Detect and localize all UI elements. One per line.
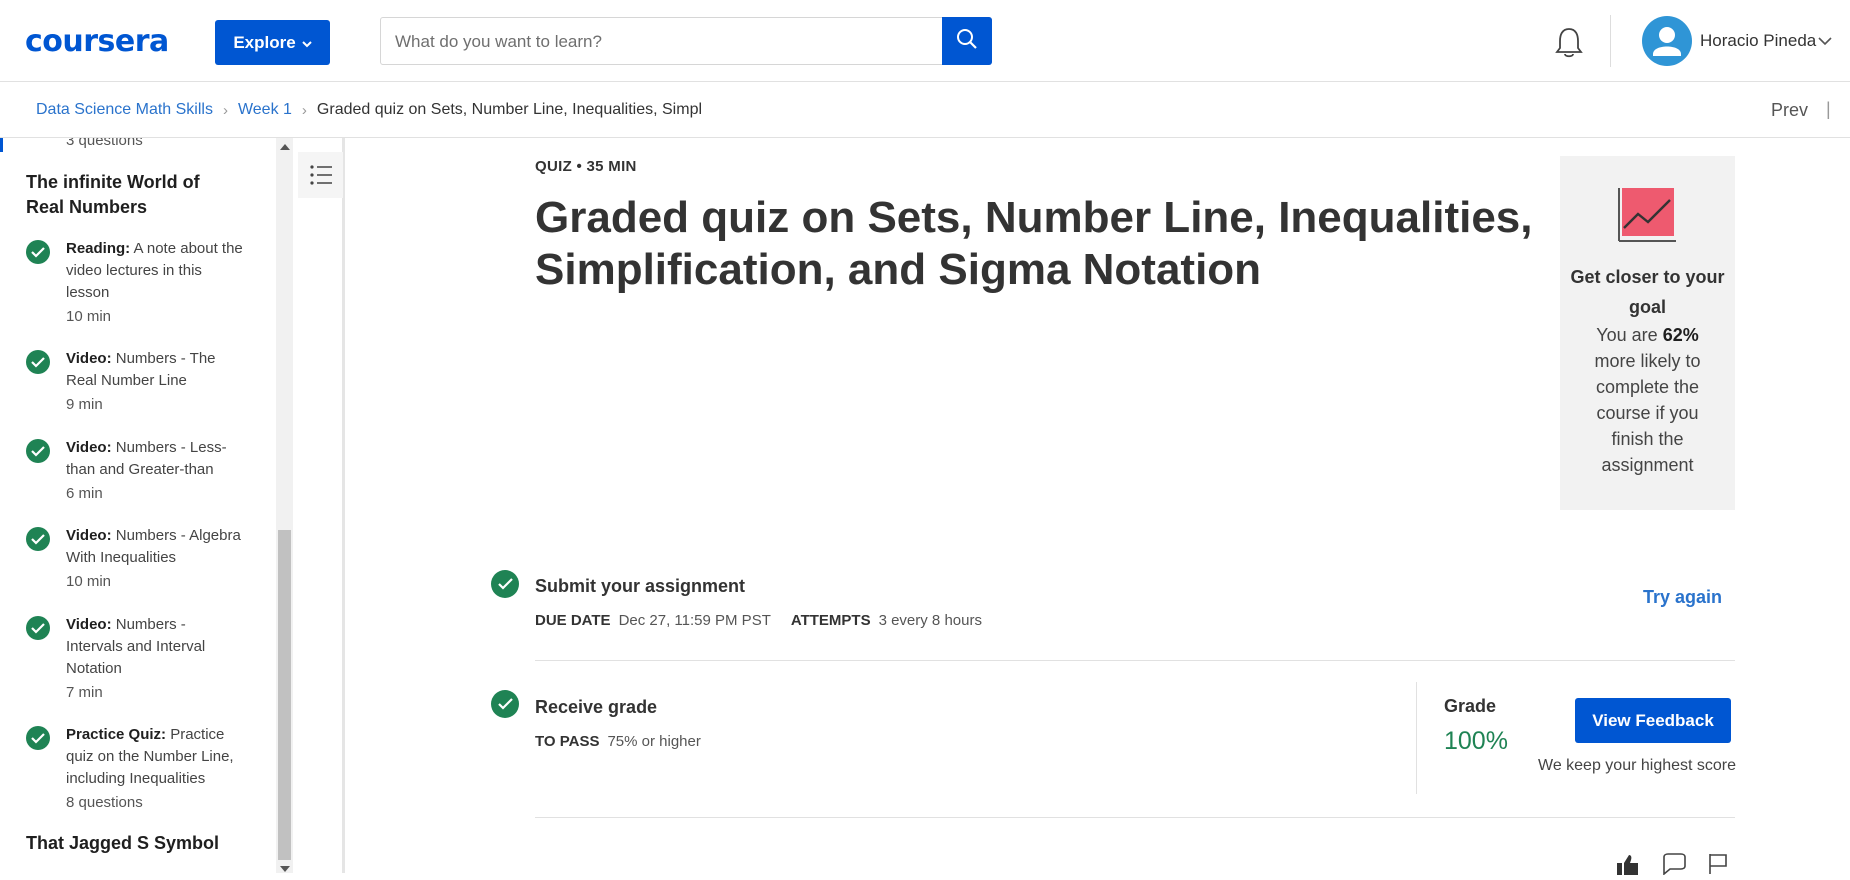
comment-icon[interactable]	[1661, 853, 1687, 880]
search-box	[380, 17, 992, 65]
try-again-link[interactable]: Try again	[1643, 587, 1722, 608]
toggle-outline-button[interactable]	[298, 152, 343, 198]
notifications-bell-icon[interactable]	[1553, 26, 1585, 65]
breadcrumb-current: Graded quiz on Sets, Number Line, Inequa…	[316, 101, 703, 118]
item-type: Video:	[66, 616, 112, 633]
active-item-marker	[0, 138, 3, 152]
goal-message: You are 62% more likely to complete the …	[1580, 322, 1715, 478]
scroll-up-arrow-icon[interactable]	[280, 144, 290, 150]
flag-icon[interactable]	[1707, 853, 1729, 880]
coursera-logo[interactable]: coursera	[25, 24, 169, 59]
item-duration: 9 min	[66, 396, 103, 413]
user-icon	[1653, 27, 1681, 56]
completed-check-icon	[26, 616, 50, 640]
item-duration: 6 min	[66, 485, 103, 502]
breadcrumb-bar: Data Science Math Skills › Week 1 › Grad…	[0, 82, 1850, 138]
grade-divider	[1416, 682, 1417, 794]
section-heading: The infinite World of Real Numbers	[26, 172, 200, 217]
item-type: Reading:	[66, 240, 131, 257]
pass-requirement: TO PASS 75% or higher	[535, 733, 701, 750]
divider	[535, 817, 1735, 818]
breadcrumb-week-link[interactable]: Week 1	[238, 101, 292, 119]
breadcrumb: Data Science Math Skills › Week 1 › Grad…	[36, 101, 702, 119]
due-date-value: Dec 27, 11:59 PM PST	[618, 612, 771, 629]
submit-complete-check-icon	[491, 570, 519, 598]
goal-text: You are	[1596, 325, 1658, 345]
sidebar-scrollbar[interactable]	[276, 138, 293, 873]
grade-value: 100%	[1444, 727, 1508, 755]
item-duration: 10 min	[66, 308, 112, 325]
quiz-meta: QUIZ • 35 MIN	[535, 158, 637, 175]
section-heading: That Jagged S Symbol	[26, 833, 220, 853]
to-pass-label: TO PASS	[535, 733, 600, 750]
goal-title: Get closer to your goal	[1570, 267, 1725, 317]
item-duration: 10 min	[66, 573, 112, 590]
feedback-icons	[1615, 853, 1729, 880]
course-outline-sidebar: 3 questions The infinite World of Real N…	[0, 138, 276, 873]
nav-divider: |	[1826, 99, 1831, 119]
item-type: Video:	[66, 350, 112, 367]
top-navigation: coursera Explore Horacio Pineda	[0, 0, 1850, 82]
explore-button[interactable]: Explore	[215, 20, 330, 65]
item-type: Video:	[66, 439, 112, 456]
goal-text: more likely to complete the course if yo…	[1594, 351, 1701, 475]
goal-card: Get closer to your goal You are 62% more…	[1560, 156, 1735, 510]
completed-check-icon	[26, 439, 50, 463]
chart-trend-icon	[1616, 186, 1678, 249]
due-date-label: DUE DATE	[535, 612, 611, 629]
view-feedback-button[interactable]: View Feedback	[1575, 698, 1731, 743]
prev-button[interactable]: Prev	[1771, 100, 1808, 121]
chevron-right-icon: ›	[301, 101, 307, 119]
user-name[interactable]: Horacio Pineda	[1700, 31, 1816, 51]
to-pass-value: 75% or higher	[607, 733, 701, 750]
user-menu-chevron-icon[interactable]	[1818, 33, 1832, 51]
completed-check-icon	[26, 350, 50, 374]
scrollbar-thumb[interactable]	[278, 530, 291, 860]
item-type: Video:	[66, 527, 112, 544]
outline-toggle-rail	[295, 138, 345, 873]
avatar[interactable]	[1642, 16, 1692, 66]
attempts-label: ATTEMPTS	[790, 612, 871, 629]
submit-details: DUE DATE Dec 27, 11:59 PM PST ATTEMPTS 3 ev…	[535, 612, 982, 629]
grade-label: Grade	[1444, 696, 1497, 716]
item-duration: 8 questions	[66, 794, 143, 811]
search-icon	[956, 28, 978, 55]
search-input[interactable]	[393, 28, 937, 56]
goal-percent: 62%	[1662, 325, 1699, 345]
page-title: Graded quiz on Sets, Number Line, Inequa…	[535, 193, 1533, 294]
completed-check-icon	[26, 726, 50, 750]
list-icon	[309, 165, 332, 185]
item-duration: 7 min	[66, 684, 103, 701]
divider	[535, 660, 1735, 661]
highest-score-note: We keep your highest score	[1538, 757, 1737, 774]
receive-grade-title: Receive grade	[535, 697, 658, 717]
item-duration: 3 questions	[66, 138, 143, 149]
submit-title: Submit your assignment	[535, 576, 746, 596]
header-divider	[1610, 15, 1611, 67]
thumbs-up-icon[interactable]	[1615, 853, 1641, 880]
explore-label: Explore	[233, 32, 296, 52]
completed-check-icon	[26, 527, 50, 551]
chevron-right-icon: ›	[222, 101, 228, 119]
grade-complete-check-icon	[491, 690, 519, 718]
breadcrumb-course-link[interactable]: Data Science Math Skills	[36, 101, 213, 119]
search-button[interactable]	[942, 17, 992, 65]
attempts-value: 3 every 8 hours	[878, 612, 982, 629]
completed-check-icon	[26, 240, 50, 264]
chevron-down-icon	[301, 33, 312, 53]
scroll-down-arrow-icon[interactable]	[280, 866, 290, 872]
item-type: Practice Quiz:	[66, 726, 167, 743]
